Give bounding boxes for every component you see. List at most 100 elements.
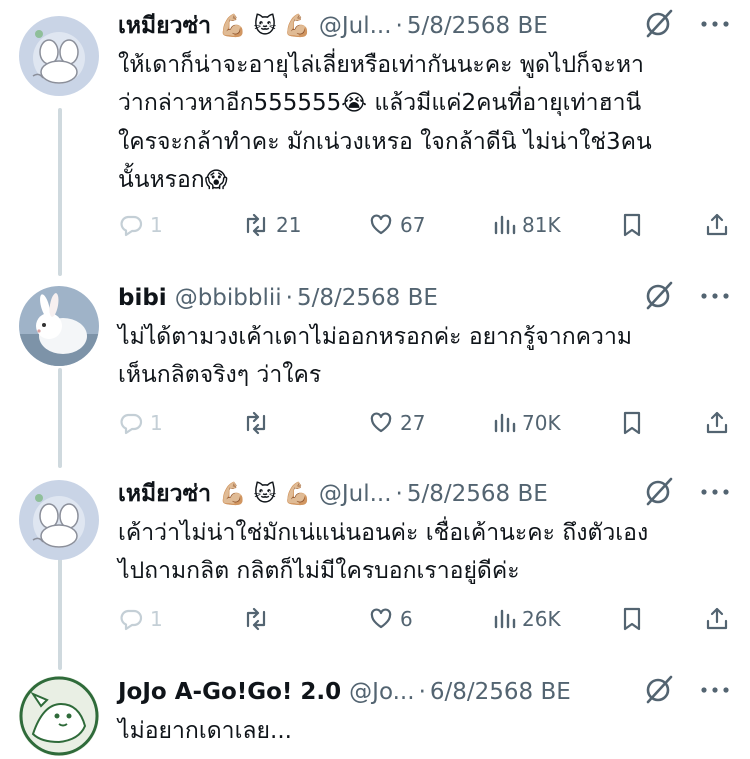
user-handle[interactable]: @Jul... [319,481,392,507]
reply-icon [120,413,143,435]
tweet-text-line: นั้นหรอก😱 [118,161,726,200]
tweet-actions: 1 27 70K [118,406,732,440]
bookmark-icon [623,213,641,237]
share-button[interactable] [704,406,730,440]
tweet[interactable]: bibi @bbibblii · 5/8/2568 BE ไม่ได้ตามวง… [0,270,750,458]
grok-icon[interactable] [642,672,676,712]
grok-icon[interactable] [642,278,676,318]
view-count: 26K [522,607,561,631]
views-button[interactable]: 70K [492,406,561,440]
repost-button[interactable]: 21 [242,208,301,242]
avatar[interactable] [19,286,99,366]
flexed-biceps-emoji: 💪🏼 [219,481,247,507]
grok-icon[interactable] [642,474,676,514]
bookmark-icon [623,607,641,631]
share-button[interactable] [704,602,730,636]
reply-icon [120,215,143,237]
views-icon [494,413,516,433]
grok-icon[interactable] [642,6,676,46]
display-name[interactable]: เหมียวซ่า [118,8,211,44]
reply-button[interactable]: 1 [118,208,163,242]
display-name[interactable]: JoJo A-Go!Go! 2.0 [118,679,341,705]
more-icon[interactable] [698,6,732,46]
post-date[interactable]: 6/8/2568 BE [430,679,571,705]
tweet-text: ไม่ได้ตามวงเค้าเดาไม่ออกหรอกค่ะ อยากรู้จ… [118,318,726,394]
tweet-text-line: ไม่อยากเดาเลย... [118,718,292,744]
tweet-text-line: ให้เดาก็น่าจะอายุไล่เลี่ยหรือเท่ากันนะคะ… [118,52,644,78]
post-date[interactable]: 5/8/2568 BE [407,13,548,39]
views-button[interactable]: 81K [492,208,561,242]
flexed-biceps-emoji: 💪🏼 [283,13,311,39]
post-date[interactable]: 5/8/2568 BE [297,285,438,311]
more-icon[interactable] [698,672,732,712]
tweet-text: ให้เดาก็น่าจะอายุไล่เลี่ยหรือเท่ากันนะคะ… [118,46,726,200]
like-count: 67 [400,213,426,237]
repost-button[interactable] [242,406,276,440]
tweet-text-line: เห็นกลิตจริงๆ ว่าใคร [118,362,322,388]
name-emojis: 💪🏼 🐱 💪🏼 [219,482,311,507]
reply-button[interactable]: 1 [118,602,163,636]
more-icon[interactable] [698,474,732,514]
share-icon [706,411,728,434]
tweet-text-line: ใครจะกล้าทำคะ มักเน่วงเหรอ ใจกล้าดีนิ ไม… [118,129,652,155]
separator-dot: · [418,679,426,705]
like-button[interactable]: 67 [368,208,425,242]
cat-face-emoji: 🐱 [253,481,277,507]
crying-face-emoji: 😭 [341,91,368,116]
tweet-actions: 1 6 26K [118,602,732,636]
tweet[interactable]: เหมียวซ่า 💪🏼 🐱 💪🏼 @Jul... · 5/8/2568 BE … [0,0,750,270]
like-icon [370,214,392,235]
more-icon[interactable] [698,278,732,318]
avatar[interactable] [19,480,99,560]
tweet-actions: 1 21 67 81K [118,208,732,242]
tweet[interactable]: เหมียวซ่า 💪🏼 🐱 💪🏼 @Jul... · 5/8/2568 BE … [0,464,750,659]
repost-icon [246,607,266,631]
share-icon [706,213,728,236]
reply-count: 1 [150,213,163,237]
flexed-biceps-emoji: 💪🏼 [219,13,247,39]
share-button[interactable] [704,208,730,242]
post-date[interactable]: 5/8/2568 BE [407,481,548,507]
reply-icon [120,609,143,631]
separator-dot: · [285,285,293,311]
user-handle[interactable]: @Jo... [349,679,414,705]
like-button[interactable]: 6 [368,602,413,636]
reply-count: 1 [150,411,163,435]
like-icon [370,608,392,629]
tweet-text-segment: แล้วมีแค่2คนที่อายุเท่าฮานี [367,90,642,116]
tweet-text-segment: นั้นหรอก [118,167,205,193]
separator-dot: · [395,481,403,507]
flexed-biceps-emoji: 💪🏼 [283,481,311,507]
tweet-text-segment: ว่ากล่าวหาอีก555555 [118,90,342,116]
view-count: 81K [522,213,561,237]
like-count: 6 [400,607,413,631]
like-button[interactable]: 27 [368,406,425,440]
tweet-text-line: ไม่ได้ตามวงเค้าเดาไม่ออกหรอกค่ะ อยากรู้จ… [118,324,633,350]
like-count: 27 [400,411,426,435]
repost-button[interactable] [242,602,276,636]
bookmark-button[interactable] [620,208,644,242]
name-emojis: 💪🏼 🐱 💪🏼 [219,14,311,39]
avatar[interactable] [19,16,99,96]
tweet-text-line: ไปถามกลิต กลิตก็ไม่มีใครบอกเราอยู่ดีค่ะ [118,558,520,584]
bookmark-button[interactable] [620,602,644,636]
separator-dot: · [395,13,403,39]
view-count: 70K [522,411,561,435]
like-icon [370,412,392,433]
reply-button[interactable]: 1 [118,406,163,440]
user-handle[interactable]: @Jul... [319,13,392,39]
repost-icon [246,411,266,435]
display-name[interactable]: เหมียวซ่า [118,476,211,512]
tweet-text-line: ว่ากล่าวหาอีก555555😭 แล้วมีแค่2คนที่อายุ… [118,84,726,123]
tweet[interactable]: JoJo A-Go!Go! 2.0 @Jo... · 6/8/2568 BE ไ… [0,660,750,759]
cat-face-emoji: 🐱 [253,13,277,39]
user-handle[interactable]: @bbibblii [175,285,282,311]
views-icon [494,609,516,629]
avatar[interactable] [19,676,99,756]
bookmark-button[interactable] [620,406,644,440]
display-name[interactable]: bibi [118,285,167,311]
reply-count: 1 [150,607,163,631]
screaming-face-emoji: 😱 [204,168,228,193]
tweet-text: ไม่อยากเดาเลย... [118,712,726,750]
views-button[interactable]: 26K [492,602,561,636]
